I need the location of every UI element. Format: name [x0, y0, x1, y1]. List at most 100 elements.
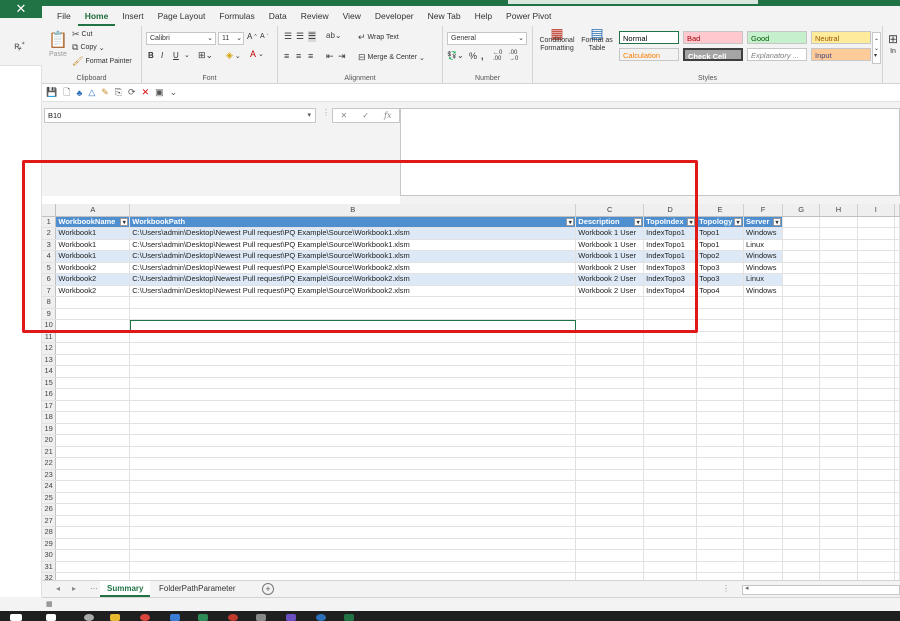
cell[interactable]	[696, 296, 745, 309]
align-left-icon[interactable]: ≡	[284, 51, 289, 61]
column-header-i[interactable]: I	[857, 204, 896, 217]
cell[interactable]	[696, 423, 745, 435]
table-cell[interactable]: Windows	[743, 285, 783, 297]
row-header[interactable]: 19	[42, 423, 57, 435]
cell[interactable]	[575, 434, 645, 447]
cell[interactable]	[743, 365, 783, 378]
cell[interactable]	[857, 561, 896, 573]
cell[interactable]	[575, 457, 645, 470]
cell[interactable]	[643, 354, 698, 366]
cell[interactable]	[894, 331, 900, 343]
cell[interactable]	[55, 515, 131, 527]
cell[interactable]	[575, 342, 645, 355]
row-header[interactable]: 10	[42, 319, 57, 332]
column-header-b[interactable]: B	[129, 204, 577, 217]
cell[interactable]	[819, 377, 858, 389]
table-cell[interactable]: Workbook 2 User	[575, 273, 645, 286]
cell[interactable]	[743, 319, 783, 332]
cell[interactable]	[894, 515, 900, 527]
cell[interactable]	[643, 400, 698, 412]
cell[interactable]	[819, 262, 858, 274]
row-header[interactable]: 28	[42, 526, 57, 539]
cell[interactable]	[696, 503, 745, 516]
cell[interactable]	[743, 503, 783, 516]
row-header[interactable]: 7	[42, 285, 57, 297]
cell[interactable]	[643, 492, 698, 504]
wrap-text-button[interactable]: ↵ Wrap Text	[358, 32, 399, 43]
cell[interactable]	[129, 457, 577, 470]
name-box[interactable]: B10 ▾	[44, 108, 316, 123]
cell-style-calculation[interactable]: Calculation	[619, 48, 679, 61]
prev-sheet-icon[interactable]: ◂	[56, 584, 60, 593]
table-cell[interactable]: Topo4	[696, 285, 745, 297]
cell[interactable]	[743, 296, 783, 309]
cell[interactable]	[857, 549, 896, 562]
cell[interactable]	[696, 549, 745, 562]
cell[interactable]	[743, 331, 783, 343]
cell[interactable]	[894, 227, 900, 240]
table-header-cell[interactable]: WorkbookPath ▾	[129, 216, 577, 228]
row-header[interactable]: 29	[42, 538, 57, 550]
cell[interactable]	[782, 308, 821, 320]
cell[interactable]	[643, 572, 698, 580]
cell[interactable]	[575, 423, 645, 435]
cell[interactable]	[55, 538, 131, 550]
cell[interactable]	[894, 400, 900, 412]
cell[interactable]	[743, 411, 783, 424]
filter-dropdown-icon[interactable]: ▾	[120, 217, 129, 226]
cell[interactable]	[129, 365, 577, 378]
row-header[interactable]: 32	[42, 572, 57, 580]
table-cell[interactable]: Workbook2	[55, 262, 131, 274]
cell[interactable]	[575, 503, 645, 516]
cell[interactable]	[696, 319, 745, 332]
table-cell[interactable]: Workbook1	[55, 227, 131, 240]
cell[interactable]	[782, 515, 821, 527]
cell[interactable]	[819, 273, 858, 286]
cell[interactable]	[575, 377, 645, 389]
font-color-icon[interactable]: A ⌄	[250, 49, 264, 59]
cell[interactable]	[819, 365, 858, 378]
row-header[interactable]: 15	[42, 377, 57, 389]
table-header-cell[interactable]: Description ▾	[575, 216, 645, 228]
cell[interactable]	[129, 561, 577, 573]
number-format-select[interactable]: General ⌄	[447, 32, 527, 45]
cell[interactable]	[857, 331, 896, 343]
select-all-corner[interactable]	[42, 204, 57, 217]
cell[interactable]	[696, 388, 745, 401]
percent-icon[interactable]: %	[469, 51, 477, 61]
excel-icon[interactable]	[344, 614, 354, 621]
cell[interactable]	[643, 503, 698, 516]
cell[interactable]	[743, 457, 783, 470]
cell[interactable]	[894, 561, 900, 573]
table-cell[interactable]: IndexTopo1	[643, 227, 698, 240]
function-icon[interactable]: fx	[384, 111, 391, 120]
table-cell[interactable]: Workbook2	[55, 273, 131, 286]
cell[interactable]	[129, 526, 577, 539]
align-middle-icon[interactable]: ☰	[296, 31, 304, 42]
table-header-cell[interactable]: Topology ▾	[696, 216, 745, 228]
cell[interactable]	[129, 388, 577, 401]
cell[interactable]	[782, 561, 821, 573]
cell[interactable]	[696, 342, 745, 355]
cell[interactable]	[819, 503, 858, 516]
cell[interactable]	[575, 515, 645, 527]
cell[interactable]	[575, 492, 645, 504]
cell[interactable]	[55, 434, 131, 447]
cell[interactable]	[894, 446, 900, 458]
table-cell[interactable]: Workbook 2 User	[575, 285, 645, 297]
table-cell[interactable]: Workbook 1 User	[575, 227, 645, 240]
cell[interactable]	[857, 377, 896, 389]
cell[interactable]	[129, 469, 577, 481]
column-header-g[interactable]: G	[782, 204, 821, 217]
cell[interactable]	[857, 365, 896, 378]
copy-button[interactable]: ⧉ Copy ⌄	[72, 42, 105, 53]
cell[interactable]	[55, 365, 131, 378]
table-cell[interactable]: Workbook2	[55, 285, 131, 297]
decrease-indent-icon[interactable]: ⇤	[326, 51, 334, 62]
cell[interactable]	[857, 515, 896, 527]
cell[interactable]	[857, 273, 896, 286]
form-icon[interactable]: ▣	[155, 87, 164, 98]
close-icon[interactable]: ✕	[0, 0, 42, 18]
cell[interactable]	[696, 526, 745, 539]
cell[interactable]	[643, 411, 698, 424]
